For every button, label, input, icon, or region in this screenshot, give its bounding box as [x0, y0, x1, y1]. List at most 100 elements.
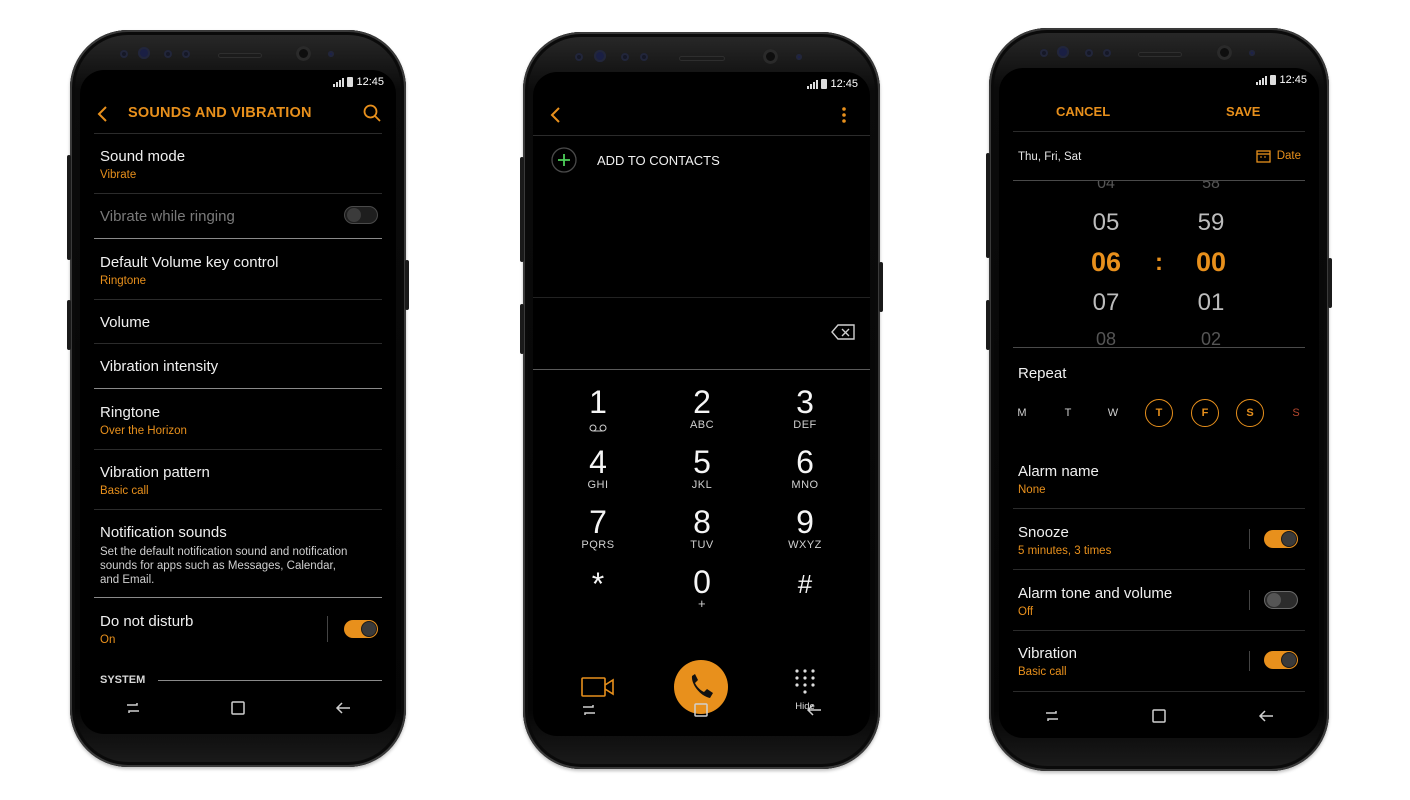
navigation-bar	[80, 686, 396, 734]
day-saturday[interactable]: S	[1236, 399, 1264, 427]
home-button[interactable]	[1150, 707, 1168, 730]
key-1[interactable]: 1	[558, 385, 638, 437]
vibrate-while-ringing-toggle[interactable]	[344, 206, 378, 224]
minute-prev-2: 58	[1202, 181, 1220, 192]
item-title: Vibration	[1018, 645, 1077, 662]
hour-next-2: 08	[1095, 329, 1117, 347]
minute-selected: 00	[1195, 247, 1227, 277]
bixby-button	[67, 300, 71, 350]
date-button[interactable]: Date	[1256, 149, 1301, 163]
key-letters: WXYZ	[788, 539, 822, 551]
sound-mode-item[interactable]: Sound mode Vibrate	[100, 148, 376, 181]
alarm-name-item[interactable]: Alarm name None	[1018, 463, 1299, 496]
nav-back-button[interactable]	[334, 699, 352, 722]
key-5[interactable]: 5 JKL	[662, 445, 742, 491]
back-arrow-icon	[97, 106, 107, 122]
nav-back-button[interactable]	[805, 701, 823, 724]
item-value: Off	[1018, 606, 1034, 618]
key-0[interactable]: 0 +	[662, 564, 742, 610]
ringtone-item[interactable]: Ringtone Over the Horizon	[100, 404, 376, 437]
key-8[interactable]: 8 TUV	[662, 505, 742, 551]
notification-sounds-item[interactable]: Notification sounds Set the default noti…	[100, 524, 356, 587]
vibrate-while-ringing-item[interactable]: Vibrate while ringing	[100, 208, 376, 225]
minute-next-1: 01	[1197, 289, 1225, 316]
status-time: 12:45	[830, 78, 858, 90]
alarm-tone-toggle[interactable]	[1264, 591, 1298, 609]
vibration-item[interactable]: Vibration Basic call	[1018, 645, 1299, 678]
top-sensors	[70, 30, 406, 70]
signal-icon	[807, 79, 819, 89]
vibration-pattern-item[interactable]: Vibration pattern Basic call	[100, 464, 376, 497]
delete-button[interactable]	[830, 323, 856, 341]
key-digit: 0	[693, 564, 711, 600]
alarm-screen: 12:45 CANCEL SAVE Thu, Fri, Sat Date 04 …	[999, 68, 1319, 738]
battery-icon	[347, 77, 354, 87]
key-letters: TUV	[690, 539, 714, 551]
vibration-intensity-item[interactable]: Vibration intensity	[100, 358, 376, 375]
settings-screen: 12:45 SOUNDS AND VIBRATION Sound mode Vi…	[80, 70, 396, 734]
day-friday[interactable]: F	[1191, 399, 1219, 427]
item-title: Notification sounds	[100, 524, 227, 541]
item-value: Basic call	[1018, 666, 1067, 678]
key-hash[interactable]: #	[765, 567, 845, 601]
key-letters: GHI	[587, 479, 609, 491]
item-description: Set the default notification sound and n…	[100, 546, 348, 586]
home-button[interactable]	[692, 701, 710, 724]
volume-button	[520, 157, 524, 262]
key-digit: 3	[796, 384, 814, 420]
key-digit: 6	[796, 444, 814, 480]
day-monday[interactable]: M	[1008, 399, 1036, 427]
item-value: 5 minutes, 3 times	[1018, 545, 1112, 557]
key-star[interactable]: *	[558, 567, 638, 601]
home-icon	[694, 702, 709, 717]
do-not-disturb-toggle[interactable]	[344, 620, 378, 638]
key-6[interactable]: 6 MNO	[765, 445, 845, 491]
recents-icon	[1046, 710, 1059, 721]
home-icon	[1152, 708, 1166, 723]
day-thursday[interactable]: T	[1145, 399, 1173, 427]
do-not-disturb-item[interactable]: Do not disturb On	[100, 613, 376, 646]
volume-key-item[interactable]: Default Volume key control Ringtone	[100, 254, 376, 287]
bixby-button	[986, 300, 990, 350]
recents-button[interactable]	[124, 699, 142, 722]
key-letters: PQRS	[581, 539, 615, 551]
key-2[interactable]: 2 ABC	[662, 385, 742, 431]
back-button[interactable]	[547, 105, 567, 125]
number-input[interactable]	[533, 298, 870, 368]
key-9[interactable]: 9 WXYZ	[765, 505, 845, 551]
time-picker[interactable]: 04 05 06 07 08 : 58 59 00 01 02	[999, 181, 1319, 347]
day-tuesday[interactable]: T	[1054, 399, 1082, 427]
recents-button[interactable]	[1043, 707, 1061, 730]
hour-next-1: 07	[1092, 289, 1120, 316]
dialer-screen: 12:45 ADD TO CONTACTS 1 2 ABC 3 DEF 4 GH…	[533, 72, 870, 736]
days-summary: Thu, Fri, Sat	[1018, 151, 1082, 163]
item-title: Sound mode	[100, 148, 186, 165]
item-value: Vibrate	[100, 169, 137, 181]
key-7[interactable]: 7 PQRS	[558, 505, 638, 551]
home-button[interactable]	[229, 699, 247, 722]
power-button	[1328, 258, 1332, 308]
more-options-button[interactable]	[840, 105, 848, 125]
minute-next-2: 02	[1200, 329, 1222, 347]
vibration-toggle[interactable]	[1264, 651, 1298, 669]
recents-button[interactable]	[580, 701, 598, 724]
save-button[interactable]: SAVE	[1226, 104, 1260, 119]
volume-button	[67, 155, 71, 260]
snooze-toggle[interactable]	[1264, 530, 1298, 548]
day-wednesday[interactable]: W	[1099, 399, 1127, 427]
add-to-contacts-button[interactable]: ADD TO CONTACTS	[551, 147, 720, 173]
volume-button	[986, 153, 990, 258]
bixby-button	[520, 304, 524, 354]
voicemail-icon	[589, 424, 607, 432]
back-button[interactable]	[94, 104, 114, 124]
nav-back-button[interactable]	[1257, 707, 1275, 730]
cancel-button[interactable]: CANCEL	[1056, 104, 1110, 119]
snooze-item[interactable]: Snooze 5 minutes, 3 times	[1018, 524, 1299, 557]
alarm-tone-item[interactable]: Alarm tone and volume Off	[1018, 585, 1299, 618]
key-3[interactable]: 3 DEF	[765, 385, 845, 431]
item-title: Vibration pattern	[100, 464, 210, 481]
search-button[interactable]	[362, 103, 382, 123]
day-sunday[interactable]: S	[1282, 399, 1310, 427]
key-4[interactable]: 4 GHI	[558, 445, 638, 491]
volume-item[interactable]: Volume	[100, 314, 376, 331]
